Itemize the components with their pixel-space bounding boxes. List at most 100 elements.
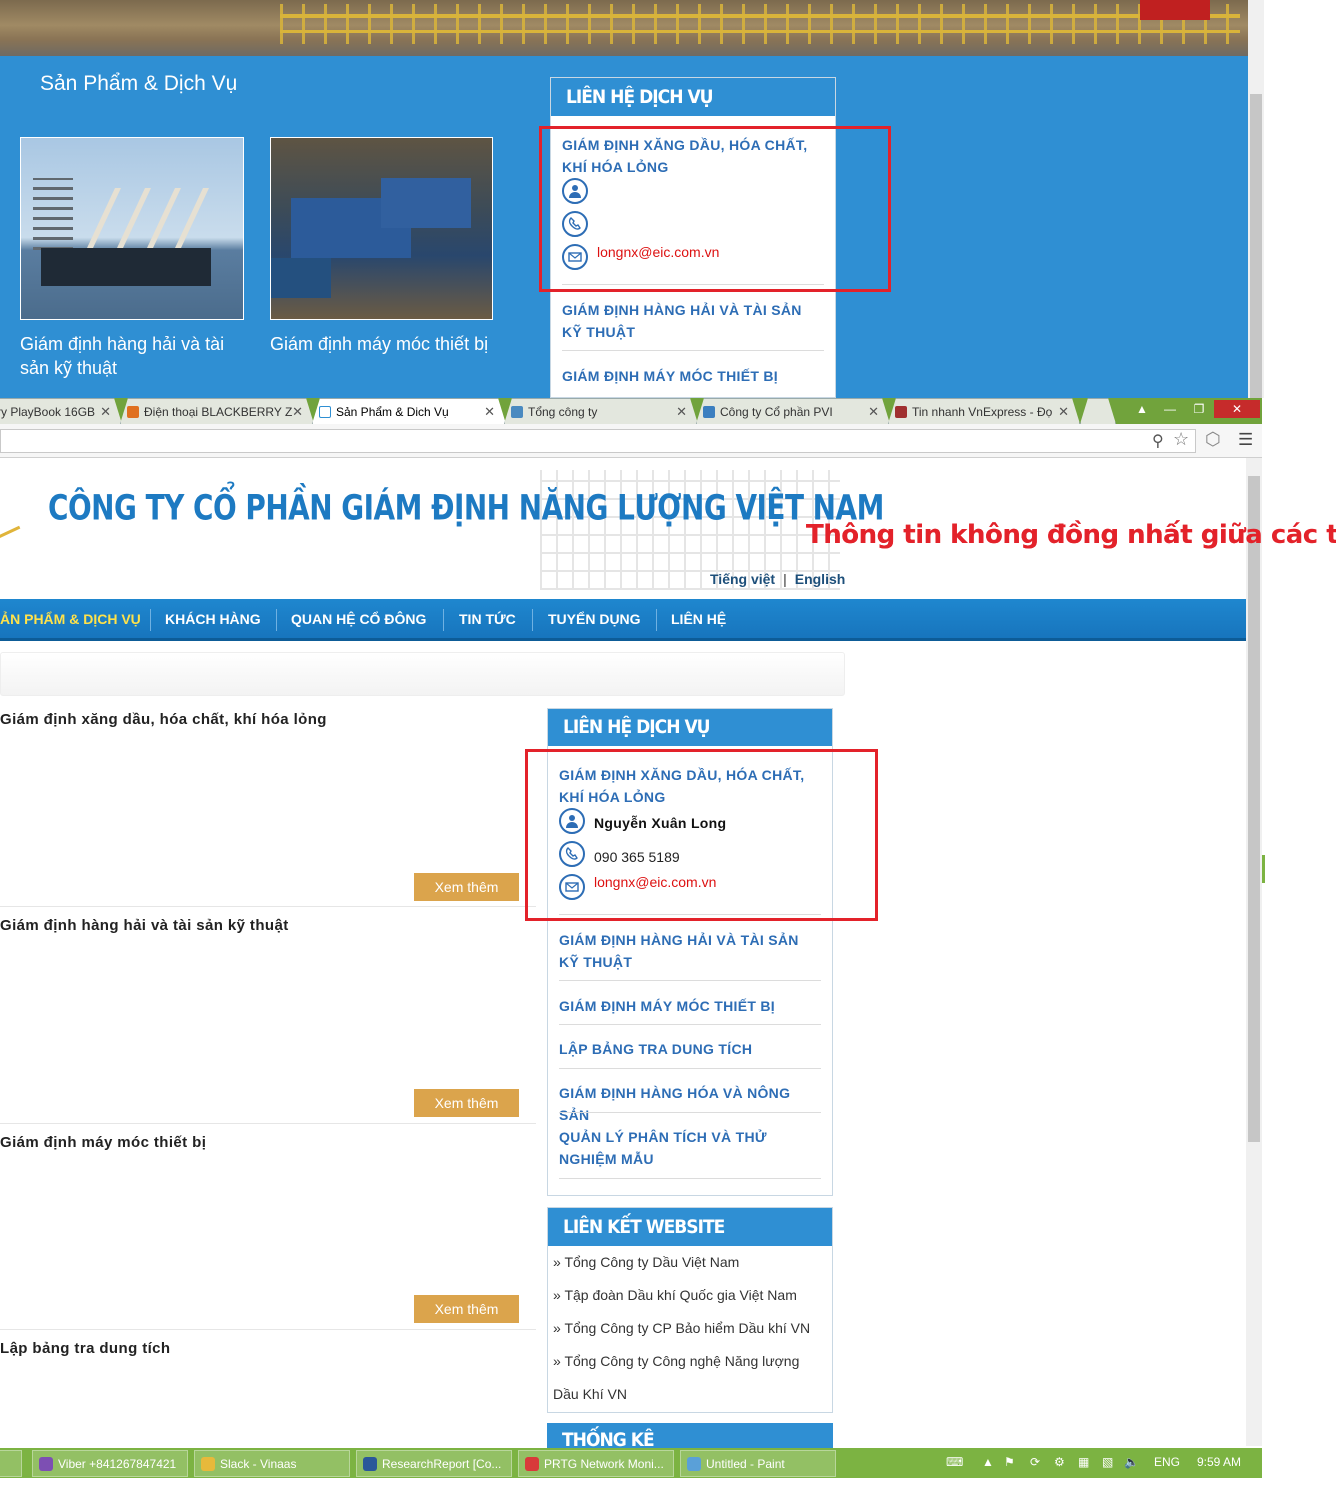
tab-san-pham[interactable]: Sản Phẩm & Dich Vụ ✕ [312,398,506,424]
slack-icon [201,1456,215,1471]
input-language[interactable]: ENG [1154,1455,1180,1469]
website-link[interactable]: Tập đoàn Dầu khí Quốc gia Việt Nam [564,1287,796,1303]
highlight-box-top [539,126,891,292]
item-title-marine[interactable]: Giám định hàng hải và tài sản kỹ thuật [0,917,289,934]
highlight-box-bottom [525,749,878,921]
address-bar: ⚲ ☆ ⬡ ☰ [0,424,1262,458]
bookmark-star-icon[interactable]: ☆ [1173,429,1189,450]
site-icon [895,406,907,418]
top-service-marine[interactable]: GIÁM ĐỊNH HÀNG HẢI VÀ TÀI SẢN KỸ THUẬT [562,299,824,343]
top-service-machinery[interactable]: GIÁM ĐỊNH MÁY MÓC THIẾT BỊ [562,365,824,387]
lang-vietnamese[interactable]: Tiếng việt [710,571,775,587]
profile-icon[interactable]: ▲ [1130,400,1154,418]
website-links-box-title: LIÊN KẾT WEBSITE [548,1208,832,1246]
breadcrumb [0,652,845,696]
window-close-icon[interactable]: ✕ [1214,400,1260,418]
minimize-icon[interactable]: — [1158,400,1182,418]
word-icon [363,1456,377,1471]
chrome-icon [525,1456,539,1471]
taskbar-slack[interactable]: Slack - Vinaas [194,1450,350,1477]
item-title-capacity-table[interactable]: Lập bảng tra dung tích [0,1340,170,1357]
page-scrollbar[interactable] [1246,458,1262,1446]
keyboard-icon[interactable]: ⌨ [946,1455,963,1469]
divider [0,1329,536,1330]
taskbar-viber[interactable]: Viber +841267847421 [32,1450,188,1477]
network-icon[interactable]: ▧ [1102,1455,1113,1469]
nav-contact[interactable]: LIÊN HỆ [671,599,726,639]
read-more-button[interactable]: Xem thêm [414,873,519,901]
top-scrollbar[interactable] [1248,0,1264,398]
website-link[interactable]: Tổng Công ty Công nghệ Năng lượng Dầu Kh… [553,1353,799,1402]
extension-icon[interactable]: ⬡ [1205,429,1221,450]
service-contact-box-title: LIÊN HỆ DỊCH VỤ [548,709,832,746]
taskbar-word[interactable]: ResearchReport [Co... [356,1450,512,1477]
bottom-margin [0,1478,1336,1496]
service-machinery[interactable]: GIÁM ĐỊNH MÁY MÓC THIẾT BỊ [559,995,821,1017]
divider [559,1068,821,1069]
site-icon [127,406,139,418]
divider [559,1112,821,1113]
window-edge [1262,855,1265,883]
close-icon[interactable]: ✕ [868,404,879,420]
tab-playbook[interactable]: ry PlayBook 16GB ✕ [0,398,122,424]
product-caption-machinery[interactable]: Giám định máy móc thiết bị [270,332,500,356]
header-photo-strip [0,0,1248,56]
service-capacity-table[interactable]: LẬP BẢNG TRA DUNG TÍCH [559,1038,821,1060]
service-lab-testing[interactable]: QUẢN LÝ PHÂN TÍCH VÀ THỬ NGHIỆM MẪU [559,1126,789,1170]
taskbar-app-icon[interactable] [0,1450,22,1477]
volume-icon[interactable]: 🔈 [1124,1455,1139,1469]
divider [559,980,821,981]
read-more-button[interactable]: Xem thêm [414,1295,519,1323]
taskbar-prtg[interactable]: PRTG Network Moni... [518,1450,674,1477]
tab-tong-cong-ty[interactable]: Tổng công ty ✕ [504,398,698,424]
tab-vnexpress[interactable]: Tin nhanh VnExpress - Đọ ✕ [888,398,1080,424]
tab-pvi[interactable]: Công ty Cổ phần PVI ✕ [696,398,890,424]
divider [562,350,824,351]
read-more-button[interactable]: Xem thêm [414,1089,519,1117]
show-hidden-icons[interactable]: ▲ [982,1455,994,1469]
website-link[interactable]: Tổng Công ty CP Bảo hiểm Dầu khí VN [564,1320,810,1336]
nav-shareholders[interactable]: QUAN HỆ CỔ ĐÔNG [291,599,426,639]
close-icon[interactable]: ✕ [676,404,687,420]
service-goods[interactable]: GIÁM ĐỊNH HÀNG HÓA VÀ NÔNG SẢN [559,1082,821,1126]
new-tab-button[interactable] [1080,398,1116,424]
item-title-fuel[interactable]: Giám định xăng dầu, hóa chất, khí hóa lỏ… [0,711,327,728]
restore-icon[interactable]: ❐ [1186,400,1212,418]
tab-strip: ry PlayBook 16GB ✕ Điện thoại BLACKBERRY … [0,398,1262,424]
product-image-machinery[interactable] [270,137,493,320]
close-icon[interactable]: ✕ [1058,404,1069,420]
windows-icon[interactable]: ▦ [1078,1455,1089,1469]
paint-icon [687,1456,701,1471]
nav-news[interactable]: TIN TỨC [459,599,516,639]
close-icon[interactable]: ✕ [100,404,111,420]
company-name[interactable]: CÔNG TY CỔ PHẦN GIÁM ĐỊNH NĂNG LƯỢNG VIỆ… [48,488,884,528]
annotation-text-overlay: Thông tin không đồng nhất giữa các tran [806,520,1336,550]
clock[interactable]: 9:59 AM [1197,1455,1241,1469]
zoom-icon[interactable]: ⚲ [1152,431,1164,451]
site-icon [319,406,331,418]
product-image-ship[interactable] [20,137,244,320]
item-title-machinery[interactable]: Giám định máy móc thiết bị [0,1134,206,1151]
gear-icon[interactable]: ⚙ [1054,1455,1065,1469]
main-nav: ẢN PHẨM & DỊCH VỤ KHÁCH HÀNG QUAN HỆ CỔ … [0,599,1246,641]
lang-english[interactable]: English [795,571,846,587]
viber-icon [39,1456,53,1471]
nav-careers[interactable]: TUYỂN DỤNG [548,599,641,639]
site-icon [703,406,715,418]
close-icon[interactable]: ✕ [484,404,495,420]
website-link[interactable]: Tổng Công ty Dầu Việt Nam [564,1254,739,1270]
right-margin [1264,0,1336,1478]
url-input[interactable] [0,429,1196,453]
service-marine[interactable]: GIÁM ĐỊNH HÀNG HẢI VÀ TÀI SẢN KỸ THUẬT [559,929,821,973]
menu-icon[interactable]: ☰ [1238,430,1253,450]
divider [559,1178,821,1179]
nav-customers[interactable]: KHÁCH HÀNG [165,599,261,639]
nav-products[interactable]: ẢN PHẨM & DỊCH VỤ [0,599,141,639]
product-caption-marine[interactable]: Giám định hàng hải và tài sản kỹ thuật [20,332,240,380]
taskbar-paint[interactable]: Untitled - Paint [680,1450,836,1477]
tab-blackberry[interactable]: Điện thoại BLACKBERRY Z ✕ [120,398,314,424]
language-switcher: Tiếng việt | English [710,571,846,587]
flag-icon[interactable]: ⚑ [1004,1455,1015,1469]
close-icon[interactable]: ✕ [292,404,303,420]
sync-icon[interactable]: ⟳ [1030,1455,1040,1469]
